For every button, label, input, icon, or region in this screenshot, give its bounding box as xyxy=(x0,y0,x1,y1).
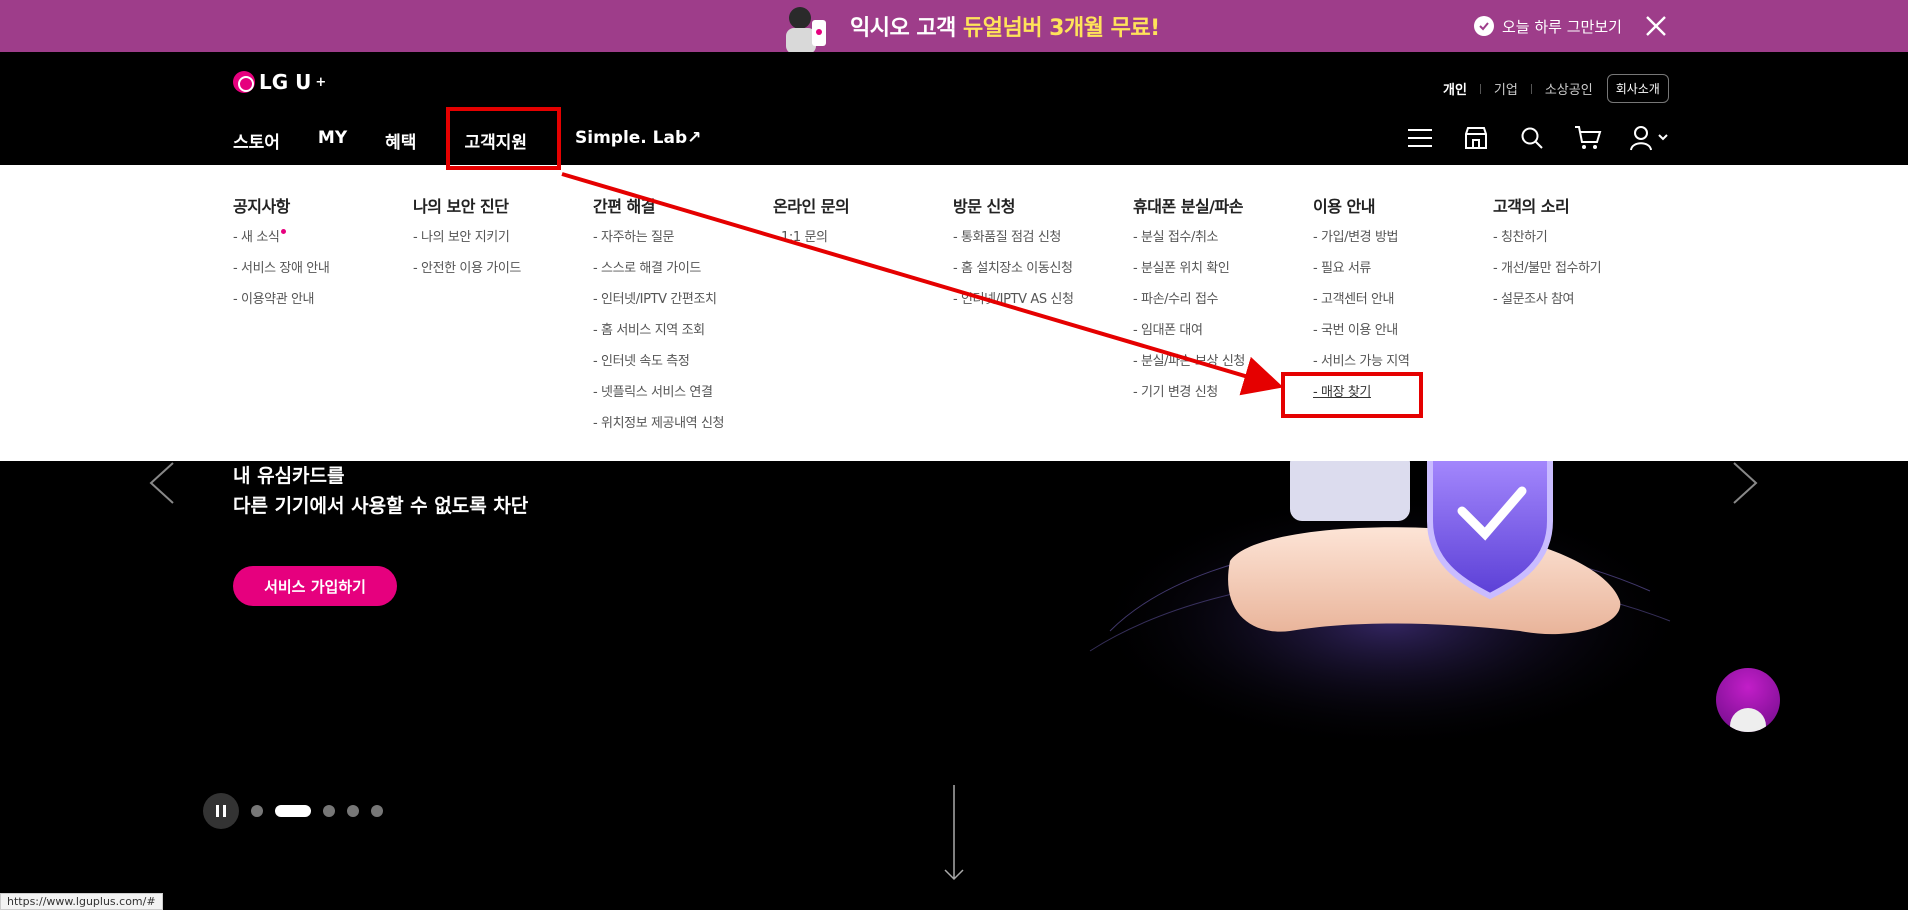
hero-title-line1: 내 유심카드를 xyxy=(233,465,345,487)
menu-item[interactable]: - 필요 서류 xyxy=(1313,258,1483,289)
menu-item[interactable]: - 새 소식 xyxy=(233,227,403,258)
menu-col-visit-request: 방문 신청 - 통화품질 점검 신청 - 홈 설치장소 이동신청 - 인터넷/I… xyxy=(953,193,1123,320)
menu-col-title[interactable]: 나의 보안 진단 xyxy=(413,193,583,217)
promo-text-highlight: 듀얼넘버 3개월 무료! xyxy=(963,16,1160,41)
status-bar-url: https://www.lguplus.com/# xyxy=(0,893,163,910)
carousel-pager xyxy=(203,793,383,829)
menu-item[interactable]: - 인터넷 속도 측정 xyxy=(593,351,763,382)
new-badge-dot xyxy=(281,229,287,234)
menu-item[interactable]: - 홈 서비스 지역 조회 xyxy=(593,320,763,351)
menu-item[interactable]: - 가입/변경 방법 xyxy=(1313,227,1483,258)
service-join-button[interactable]: 서비스 가입하기 xyxy=(233,566,397,606)
close-icon[interactable] xyxy=(1644,14,1668,38)
menu-col-title[interactable]: 고객의 소리 xyxy=(1493,193,1663,217)
scroll-down-arrow-icon[interactable] xyxy=(942,783,966,883)
nav-my[interactable]: MY xyxy=(318,128,347,153)
util-link-personal[interactable]: 개인 xyxy=(1443,79,1467,98)
chevron-left-icon[interactable] xyxy=(147,461,177,505)
chevron-right-icon[interactable] xyxy=(1730,461,1760,505)
menu-col-title[interactable]: 휴대폰 분실/파손 xyxy=(1133,193,1303,217)
divider xyxy=(1479,83,1481,94)
logo-text: LG U xyxy=(259,70,312,94)
site-header: LG U + 개인 기업 소상공인 회사소개 스토어 MY 혜택 고객지원 Sim… xyxy=(0,52,1908,165)
menu-col-customer-voice: 고객의 소리 - 칭찬하기 - 개선/불만 접수하기 - 설문조사 참여 xyxy=(1493,193,1663,320)
menu-item[interactable]: - 나의 보안 지키기 xyxy=(413,227,583,258)
utility-links: 개인 기업 소상공인 회사소개 xyxy=(1443,74,1669,103)
menu-item[interactable]: - 안전한 이용 가이드 xyxy=(413,258,583,289)
menu-col-phone-loss: 휴대폰 분실/파손 - 분실 접수/취소 - 분실폰 위치 확인 - 파손/수리… xyxy=(1133,193,1303,413)
annotation-box-store-finder xyxy=(1281,372,1423,418)
header-icon-group xyxy=(1406,124,1670,152)
search-icon[interactable] xyxy=(1518,124,1546,152)
menu-item[interactable]: - 통화품질 점검 신청 xyxy=(953,227,1123,258)
dismiss-today-label: 오늘 하루 그만보기 xyxy=(1502,17,1622,36)
lg-uplus-logo[interactable]: LG U + xyxy=(233,70,326,94)
menu-item[interactable]: - 자주하는 질문 xyxy=(593,227,763,258)
menu-item[interactable]: - 개선/불만 접수하기 xyxy=(1493,258,1663,289)
cart-icon[interactable] xyxy=(1574,124,1602,152)
menu-col-title[interactable]: 방문 신청 xyxy=(953,193,1123,217)
menu-item[interactable]: - 고객센터 안내 xyxy=(1313,289,1483,320)
menu-col-security: 나의 보안 진단 - 나의 보안 지키기 - 안전한 이용 가이드 xyxy=(413,193,583,289)
promo-text-prefix: 익시오 고객 xyxy=(850,16,964,41)
promo-banner[interactable]: 익시오 고객 듀얼넘버 3개월 무료! 오늘 하루 그만보기 xyxy=(0,0,1908,52)
hero-banner: 내 유심카드를 다른 기기에서 사용할 수 없도록 차단 서비스 가입하기 xyxy=(0,461,1908,910)
menu-item[interactable]: - 기기 변경 신청 xyxy=(1133,382,1303,413)
hero-title-line2: 다른 기기에서 사용할 수 없도록 차단 xyxy=(233,495,529,517)
carousel-dot[interactable] xyxy=(323,805,335,817)
promo-person-image xyxy=(786,7,826,52)
customer-support-mega-menu: 공지사항 - 새 소식 - 서비스 장애 안내 - 이용약관 안내 나의 보안 … xyxy=(0,165,1908,461)
company-info-button[interactable]: 회사소개 xyxy=(1606,74,1669,103)
nav-simple-lab[interactable]: Simple. Lab↗ xyxy=(575,128,701,153)
menu-item[interactable]: - 인터넷/IPTV 간편조치 xyxy=(593,289,763,320)
menu-item[interactable]: - 스스로 해결 가이드 xyxy=(593,258,763,289)
user-icon[interactable] xyxy=(1630,124,1670,152)
menu-item[interactable]: - 넷플릭스 서비스 연결 xyxy=(593,382,763,413)
menu-col-notice: 공지사항 - 새 소식 - 서비스 장애 안내 - 이용약관 안내 xyxy=(233,193,403,320)
carousel-dot[interactable] xyxy=(371,805,383,817)
carousel-dot[interactable] xyxy=(251,805,263,817)
divider xyxy=(1530,83,1532,94)
chatbot-button[interactable] xyxy=(1716,668,1780,732)
carousel-dot[interactable] xyxy=(347,805,359,817)
menu-item[interactable]: - 인터넷/IPTV AS 신청 xyxy=(953,289,1123,320)
menu-col-quick-fix: 간편 해결 - 자주하는 질문 - 스스로 해결 가이드 - 인터넷/IPTV … xyxy=(593,193,763,444)
nav-store[interactable]: 스토어 xyxy=(233,128,280,153)
menu-col-title[interactable]: 온라인 문의 xyxy=(773,193,943,217)
menu-item[interactable]: - 위치정보 제공내역 신청 xyxy=(593,413,763,444)
menu-col-title[interactable]: 이용 안내 xyxy=(1313,193,1483,217)
menu-item[interactable]: - 분실 접수/취소 xyxy=(1133,227,1303,258)
lg-logo-icon xyxy=(233,71,255,93)
menu-icon[interactable] xyxy=(1406,124,1434,152)
menu-item[interactable]: - 분실/파손 보상 신청 xyxy=(1133,351,1303,382)
logo-plus: + xyxy=(315,74,327,90)
hero-illustration xyxy=(1089,461,1690,751)
menu-item[interactable]: - 칭찬하기 xyxy=(1493,227,1663,258)
check-icon xyxy=(1474,16,1494,36)
dismiss-today-button[interactable]: 오늘 하루 그만보기 xyxy=(1474,14,1622,38)
menu-item[interactable]: - 서비스 장애 안내 xyxy=(233,258,403,289)
menu-item[interactable]: - 국번 이용 안내 xyxy=(1313,320,1483,351)
menu-item[interactable]: - 설문조사 참여 xyxy=(1493,289,1663,320)
menu-col-title[interactable]: 공지사항 xyxy=(233,193,403,217)
annotation-box-customer-support xyxy=(446,107,561,170)
promo-text[interactable]: 익시오 고객 듀얼넘버 3개월 무료! xyxy=(850,10,1160,42)
menu-item[interactable]: - 임대폰 대여 xyxy=(1133,320,1303,351)
menu-item[interactable]: - 1:1 문의 xyxy=(773,227,943,258)
util-link-business[interactable]: 기업 xyxy=(1494,79,1518,98)
menu-item[interactable]: - 파손/수리 접수 xyxy=(1133,289,1303,320)
menu-col-online-inquiry: 온라인 문의 - 1:1 문의 xyxy=(773,193,943,258)
menu-item[interactable]: - 분실폰 위치 확인 xyxy=(1133,258,1303,289)
menu-item[interactable]: - 이용약관 안내 xyxy=(233,289,403,320)
menu-item[interactable]: - 홈 설치장소 이동신청 xyxy=(953,258,1123,289)
menu-col-title[interactable]: 간편 해결 xyxy=(593,193,763,217)
nav-benefits[interactable]: 혜택 xyxy=(385,128,416,153)
carousel-dot-active[interactable] xyxy=(275,805,311,817)
store-icon[interactable] xyxy=(1462,124,1490,152)
pause-icon[interactable] xyxy=(203,793,239,829)
util-link-small-business[interactable]: 소상공인 xyxy=(1545,79,1593,98)
